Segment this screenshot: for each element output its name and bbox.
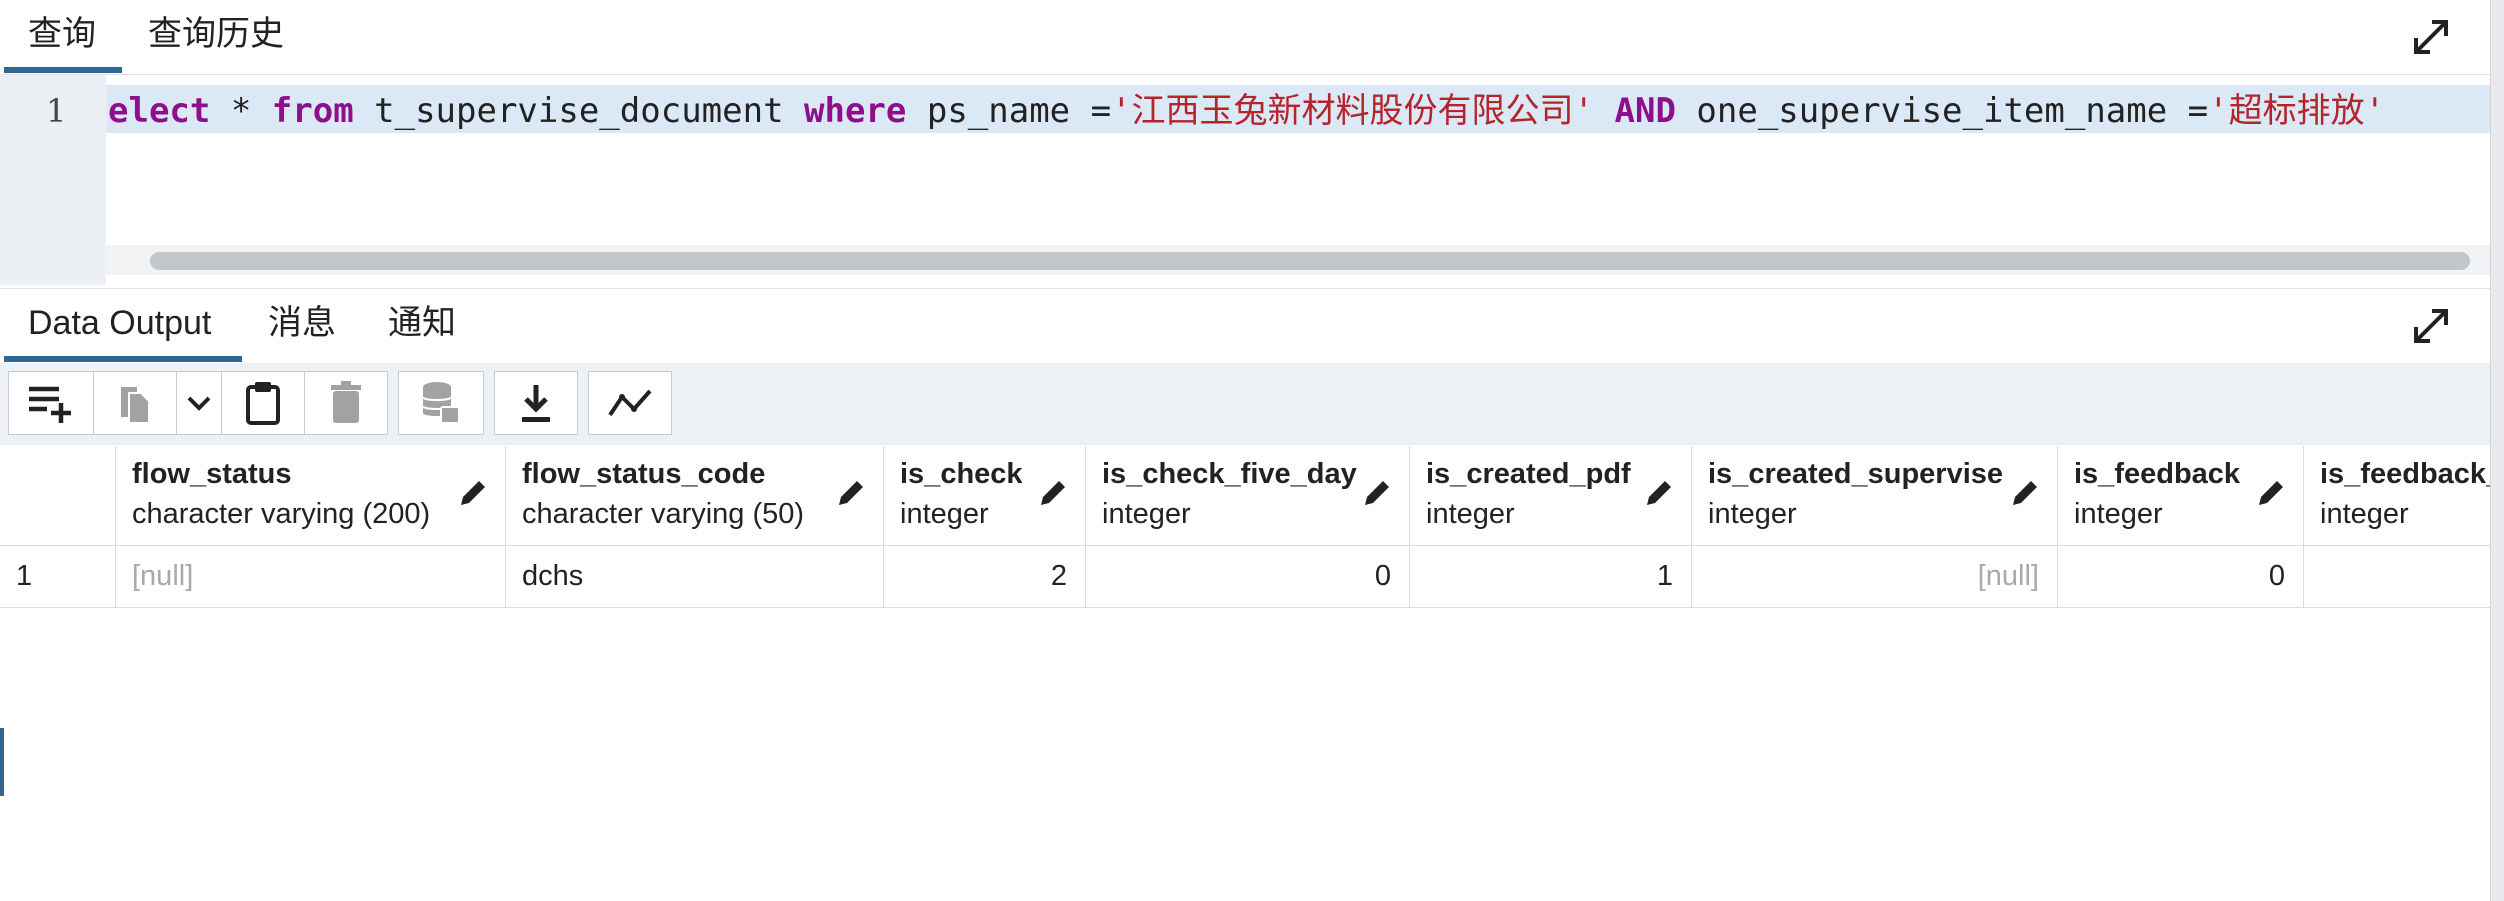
vertical-scrollbar-edge[interactable]	[2490, 0, 2504, 901]
delete-icon	[331, 381, 361, 423]
column-type: integer	[1102, 498, 1191, 530]
copy-options-dropdown[interactable]	[176, 371, 222, 435]
column-header-flow_status[interactable]: flow_status character varying (200)	[116, 446, 506, 546]
cell-is_check[interactable]: 2	[884, 546, 1086, 608]
sql-token-kw: where	[804, 91, 907, 131]
cell-is_feedback[interactable]: 0	[2058, 546, 2304, 608]
column-name: is_feedback	[2074, 458, 2241, 490]
download-icon	[522, 385, 550, 422]
edit-pencil-icon[interactable]	[1360, 476, 1394, 510]
column-name: is_feedback_	[2320, 458, 2490, 490]
result-grid: flow_status character varying (200) flow…	[0, 446, 2490, 901]
cell-is_check_five_day[interactable]: 0	[1086, 546, 1410, 608]
column-name: flow_status_code	[522, 458, 766, 490]
graph-visualiser-button[interactable]	[588, 371, 672, 435]
sql-token-str: '超标排放'	[2208, 91, 2386, 131]
column-type: character varying (200)	[132, 498, 431, 530]
chevron-down-icon	[187, 396, 211, 411]
edit-pencil-icon[interactable]	[1036, 476, 1070, 510]
tab-query[interactable]: 查询	[28, 14, 96, 54]
sql-code-line[interactable]: elect * from t_supervise_document where …	[108, 91, 2385, 131]
active-output-tab-indicator	[4, 356, 242, 362]
column-type: integer	[1708, 498, 1797, 530]
sql-token-plain: one_supervise_item_name =	[1675, 91, 2209, 131]
edit-pencil-icon[interactable]	[2254, 476, 2288, 510]
column-name: is_check	[900, 458, 1023, 490]
cell-is_created_pdf[interactable]: 1	[1410, 546, 1692, 608]
column-header-is_check_five_day[interactable]: is_check_five_day integer	[1086, 446, 1410, 546]
graph-icon	[608, 389, 652, 417]
query-tab-bar: 查询 查询历史	[0, 0, 2490, 75]
cell-flow_status[interactable]: [null]	[116, 546, 506, 608]
cell-flow_status_code[interactable]: dchs	[506, 546, 884, 608]
edit-pencil-icon[interactable]	[1642, 476, 1676, 510]
add-row-button[interactable]	[8, 371, 94, 435]
column-header-is_created_supervise[interactable]: is_created_supervise integer	[1692, 446, 2058, 546]
tab-data-output[interactable]: Data Output	[28, 303, 211, 343]
column-name: is_created_supervise	[1708, 458, 2004, 490]
paste-icon	[246, 382, 280, 425]
cell-is_feedback_[interactable]	[2304, 546, 2490, 608]
output-tab-bar: Data Output 消息 通知	[0, 288, 2490, 364]
column-type: integer	[900, 498, 989, 530]
edit-pencil-icon[interactable]	[456, 476, 490, 510]
column-header-is_feedback_[interactable]: is_feedback_ integer	[2304, 446, 2490, 546]
column-header-is_created_pdf[interactable]: is_created_pdf integer	[1410, 446, 1692, 546]
maximize-icon[interactable]	[2406, 12, 2456, 62]
sql-token-kw: from	[271, 91, 354, 131]
copy-button[interactable]	[93, 371, 177, 435]
cell-is_created_supervise[interactable]: [null]	[1692, 546, 2058, 608]
save-data-button[interactable]	[398, 371, 484, 435]
tab-messages[interactable]: 消息	[268, 303, 336, 343]
sql-token-plain: t_supervise_document	[353, 91, 805, 131]
sql-token-plain: *	[210, 91, 272, 131]
copy-icon	[121, 387, 150, 424]
edit-pencil-icon[interactable]	[2008, 476, 2042, 510]
edit-pencil-icon[interactable]	[834, 476, 868, 510]
sql-editor[interactable]: 1 elect * from t_supervise_document wher…	[0, 75, 2490, 285]
column-name: is_check_five_day	[1102, 458, 1357, 490]
row-number-header	[0, 446, 116, 546]
sql-token-kw: AND	[1614, 91, 1676, 131]
data-output-toolbar	[0, 363, 2490, 445]
column-name: flow_status	[132, 458, 292, 490]
paste-button[interactable]	[221, 371, 305, 435]
column-type: integer	[1426, 498, 1515, 530]
maximize-output-icon[interactable]	[2406, 301, 2456, 351]
tab-query-history[interactable]: 查询历史	[148, 14, 284, 54]
column-header-flow_status_code[interactable]: flow_status_code character varying (50)	[506, 446, 884, 546]
column-type: integer	[2320, 498, 2409, 530]
line-gutter: 1	[0, 75, 106, 285]
sql-token-str: '江西玉兔新材料股份有限公司'	[1111, 91, 1595, 131]
save-data-icon	[422, 382, 460, 424]
line-number: 1	[46, 92, 67, 130]
active-tab-indicator	[4, 67, 122, 73]
column-type: character varying (50)	[522, 498, 805, 530]
sql-token-plain	[1594, 91, 1614, 131]
column-name: is_created_pdf	[1426, 458, 1631, 490]
editor-scrollbar-thumb[interactable]	[150, 252, 2470, 270]
sql-token-kw: elect	[108, 91, 211, 131]
column-header-is_check[interactable]: is_check integer	[884, 446, 1086, 546]
add-row-icon	[29, 386, 71, 423]
tab-notifications[interactable]: 通知	[388, 303, 456, 343]
column-type: integer	[2074, 498, 2163, 530]
download-button[interactable]	[494, 371, 578, 435]
row-number[interactable]: 1	[0, 546, 116, 608]
column-header-is_feedback[interactable]: is_feedback integer	[2058, 446, 2304, 546]
sql-token-plain: ps_name =	[906, 91, 1112, 131]
left-edge-marker	[0, 728, 4, 796]
delete-button[interactable]	[304, 371, 388, 435]
